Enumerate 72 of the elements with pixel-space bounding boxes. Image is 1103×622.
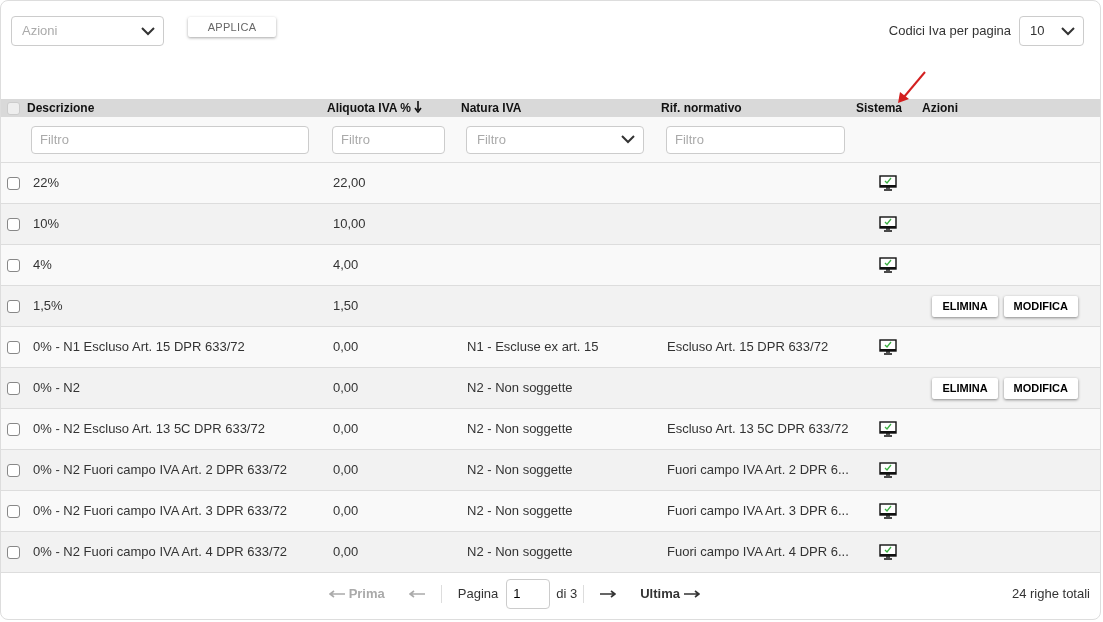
table-cell: 0,00 [333, 544, 359, 560]
action-button[interactable]: MODIFICA [1003, 377, 1078, 399]
chevron-down-icon [621, 135, 635, 144]
table-cell: N2 - Non soggette [467, 380, 573, 396]
action-button[interactable]: ELIMINA [932, 295, 998, 317]
column-header[interactable]: Azioni [922, 101, 958, 115]
table-cell: 0% - N2 Fuori campo IVA Art. 4 DPR 633/72 [33, 544, 288, 560]
sort-down-icon [414, 101, 423, 113]
action-button[interactable]: MODIFICA [1003, 295, 1078, 317]
row-checkbox[interactable] [7, 217, 20, 231]
filter-field[interactable]: Filtro [332, 125, 445, 154]
table-cell: N1 - Escluse ex art. 15 [467, 339, 599, 355]
apply-button[interactable]: APPLICA [188, 17, 276, 37]
select-all-checkbox[interactable] [7, 101, 20, 115]
table-cell: N2 - Non soggette [467, 503, 573, 519]
table-cell: N2 - Non soggette [467, 462, 573, 478]
table-cell: 1,5% [33, 298, 63, 314]
table-cell: 4% [33, 257, 52, 273]
table-cell: 0,00 [333, 380, 359, 396]
column-header[interactable]: Aliquota IVA % [327, 101, 411, 115]
table-cell: 0,00 [333, 339, 359, 355]
table-cell: Fuori campo IVA Art. 2 DPR 6... [667, 462, 849, 478]
table-cell: Fuori campo IVA Art. 3 DPR 6... [667, 503, 849, 519]
column-header[interactable]: Descrizione [27, 101, 95, 115]
table-cell: N2 - Non soggette [467, 544, 573, 560]
page-count-label: di 3 [556, 584, 578, 603]
row-checkbox[interactable] [7, 504, 20, 518]
table-cell: Fuori campo IVA Art. 4 DPR 6... [667, 544, 849, 560]
table-cell: 0% - N1 Escluso Art. 15 DPR 633/72 [33, 339, 245, 355]
arrow-left-icon [329, 590, 345, 599]
page-field[interactable]: 1 [506, 578, 551, 609]
row-checkbox[interactable] [7, 422, 20, 436]
table-cell: 10% [33, 216, 60, 232]
row-checkbox[interactable] [7, 258, 20, 272]
table-cell: 0% - N2 Fuori campo IVA Art. 3 DPR 633/72 [33, 503, 288, 519]
table-cell: 22,00 [333, 175, 366, 191]
table-cell: Escluso Art. 15 DPR 633/72 [667, 339, 829, 355]
filter-field[interactable]: Filtro [31, 125, 309, 154]
table-cell: 10,00 [333, 216, 366, 232]
chevron-down-icon [141, 26, 155, 36]
action-button[interactable]: ELIMINA [932, 377, 998, 399]
table-cell: 0% - N2 Fuori campo IVA Art. 2 DPR 633/72 [33, 462, 288, 478]
row-checkbox[interactable] [7, 545, 20, 559]
row-checkbox[interactable] [7, 299, 20, 313]
annotation-arrow [896, 70, 928, 104]
row-checkbox[interactable] [7, 340, 20, 354]
column-header[interactable]: Sistema [856, 101, 903, 115]
table-cell: 0,00 [333, 503, 359, 519]
last-page-button[interactable]: Ultima [640, 583, 700, 604]
per-page-dropdown[interactable]: 10 [1019, 16, 1084, 46]
table-cell: Escluso Art. 13 5C DPR 633/72 [667, 421, 849, 437]
table-cell: 0,00 [333, 462, 359, 478]
page-label: Pagina [457, 584, 499, 603]
row-checkbox[interactable] [7, 381, 20, 395]
column-header[interactable]: Rif. normativo [661, 101, 742, 115]
table-cell: 0% - N2 [33, 380, 80, 396]
table-cell: 1,50 [333, 298, 359, 314]
arrow-right-icon [683, 590, 700, 599]
filter-field[interactable]: Filtro [666, 125, 845, 154]
total-rows-label: 24 righe totali [1011, 584, 1090, 603]
table-cell: 0% - N2 Escluso Art. 13 5C DPR 633/72 [33, 421, 265, 437]
table-cell: 4,00 [333, 257, 359, 273]
arrow-left-icon [408, 590, 425, 599]
per-page-label: Codici Iva per pagina [888, 22, 1011, 41]
row-checkbox[interactable] [7, 463, 20, 477]
column-header[interactable]: Natura IVA [461, 101, 522, 115]
arrow-right-icon [600, 590, 617, 599]
table-cell: 0,00 [333, 421, 359, 437]
chevron-down-icon [1061, 26, 1075, 36]
table-cell: 22% [33, 175, 60, 191]
row-checkbox[interactable] [7, 176, 20, 190]
table-cell: N2 - Non soggette [467, 421, 573, 437]
